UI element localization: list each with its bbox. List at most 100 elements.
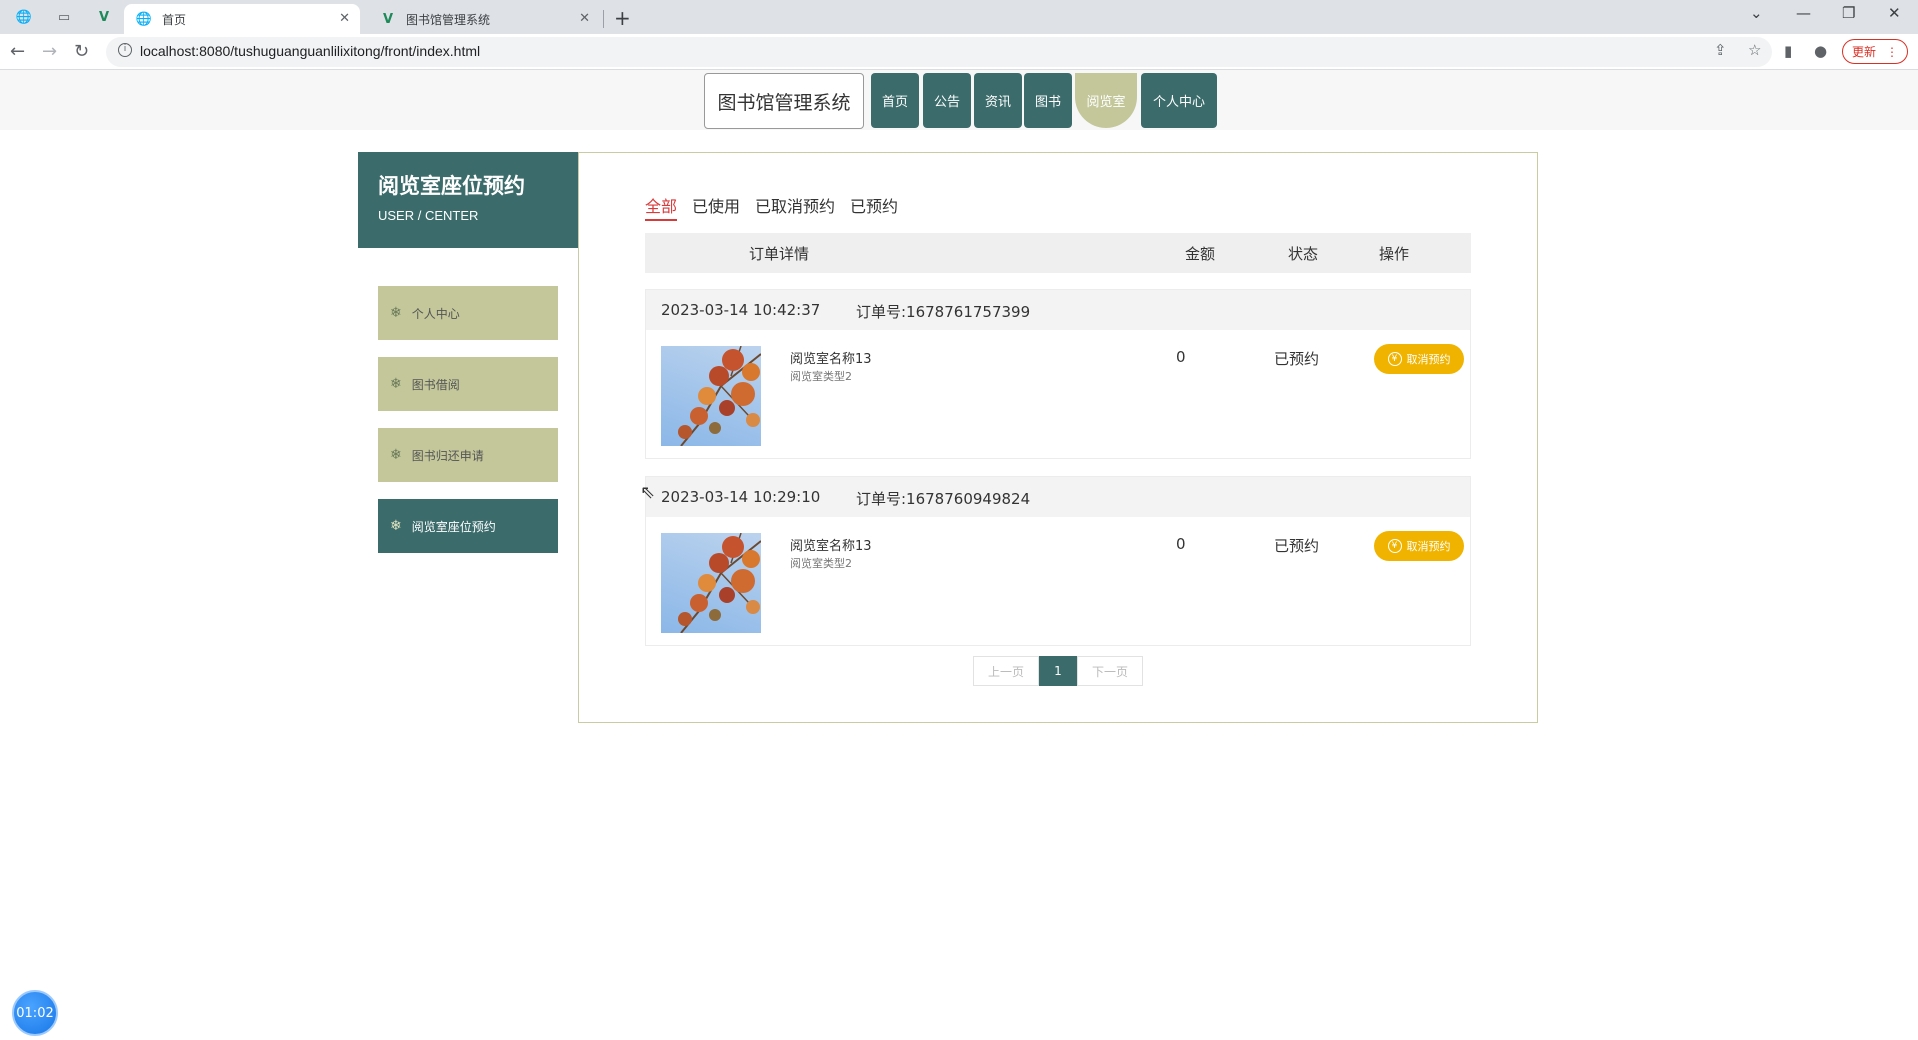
vue-logo-icon: V [382, 11, 394, 27]
reading-room-thumbnail[interactable] [661, 533, 761, 633]
minimize-icon: — [1796, 4, 1811, 22]
more-menu-icon: ⋮ [1886, 44, 1898, 59]
pagination: 上一页 1 下一页 [973, 656, 1143, 686]
sidebar-header: 阅览室座位预约 USER / CENTER [358, 152, 578, 248]
forward-button[interactable]: → [42, 41, 57, 62]
filter-all[interactable]: 全部 [645, 193, 678, 221]
sidebar-item-label: 图书借阅 [411, 377, 460, 392]
sidebar-item-book-borrow[interactable]: ❄ 图书借阅 [378, 357, 558, 411]
order-date: 2023-03-14 10:42:37 [661, 301, 821, 319]
browser-toolbar: ← → ↻ i localhost:8080/tushuguanguanlili… [0, 34, 1918, 70]
prev-page-button[interactable]: 上一页 [973, 656, 1039, 686]
order-panel: 全部 已使用 已取消预约 已预约 订单详情 金额 状态 操作 2023-03-1… [578, 152, 1538, 723]
order-number: 订单号:1678761757399 [856, 303, 1031, 321]
forward-arrow-icon: → [42, 41, 58, 62]
column-detail: 订单详情 [749, 245, 810, 263]
close-tab-icon[interactable]: ✕ [339, 11, 350, 26]
pinned-tab-globe[interactable]: 🌐 [10, 6, 38, 28]
tab-title: 图书馆管理系统 [406, 12, 491, 27]
restore-icon: ❐ [1842, 4, 1856, 22]
nav-books[interactable]: 图书 [1024, 73, 1072, 128]
restore-button[interactable]: ❐ [1842, 4, 1855, 22]
tab-home[interactable]: 🌐 首页 ✕ [124, 4, 360, 34]
nav-announcements[interactable]: 公告 [923, 73, 971, 128]
back-arrow-icon: ← [10, 41, 26, 62]
nav-reading-room[interactable]: 阅览室 [1075, 73, 1137, 128]
pinned-tab-vue[interactable]: V [90, 6, 118, 28]
page-number-current[interactable]: 1 [1039, 656, 1077, 686]
sidebar-title: 阅览室座位预约 [378, 174, 525, 198]
site-header: 图书馆管理系统 首页 公告 资讯 图书 阅览室 个人中心 [0, 70, 1918, 130]
globe-icon: 🌐 [15, 9, 33, 25]
order-card: 2023-03-14 10:29:10 订单号:1678760949824 阅览… [645, 476, 1471, 646]
tab-search-button[interactable]: ⌄ [1750, 4, 1763, 22]
column-amount: 金额 [1185, 245, 1216, 263]
nav-news[interactable]: 资讯 [974, 73, 1022, 128]
order-date: 2023-03-14 10:29:10 [661, 488, 821, 506]
mouse-cursor-icon: ⇖ [640, 482, 656, 503]
reload-icon: ↻ [74, 41, 90, 62]
close-tab-icon[interactable]: ✕ [579, 11, 590, 26]
sidebar-item-seat-reservation[interactable]: ❄ 阅览室座位预约 [378, 499, 558, 553]
reading-room-name[interactable]: 阅览室名称13 [790, 348, 872, 367]
order-amount: 0 [1176, 535, 1186, 553]
snowflake-icon: ❄ [390, 376, 402, 392]
pinned-tab-blank[interactable]: ▭ [50, 6, 78, 28]
autumn-leaves-image [678, 346, 761, 446]
tab-separator [603, 10, 604, 28]
browser-tab-strip: 🌐 ▭ V 🌐 首页 ✕ V 图书馆管理系统 ✕ + ⌄ — ❐ ✕ [0, 0, 1918, 34]
profile-icon[interactable]: ● [1814, 42, 1827, 60]
yen-icon: ¥ [1387, 352, 1402, 366]
autumn-leaves-image [678, 533, 761, 633]
cancel-reservation-button[interactable]: ¥ 取消预约 [1374, 344, 1464, 374]
update-label: 更新 [1851, 45, 1876, 59]
tab-title: 首页 [162, 12, 187, 27]
globe-icon: 🌐 [135, 11, 153, 27]
site-info-icon[interactable]: i [118, 43, 132, 57]
order-amount: 0 [1176, 348, 1186, 366]
yen-icon: ¥ [1387, 539, 1402, 553]
chevron-down-icon: ⌄ [1750, 4, 1763, 22]
sidebar-item-label: 阅览室座位预约 [411, 519, 496, 534]
order-card-header: 2023-03-14 10:42:37 订单号:1678761757399 [646, 290, 1470, 330]
order-table-header: 订单详情 金额 状态 操作 [645, 233, 1471, 273]
reading-room-name[interactable]: 阅览室名称13 [790, 535, 872, 554]
order-card: 2023-03-14 10:42:37 订单号:1678761757399 阅览… [645, 289, 1471, 459]
minimize-button[interactable]: — [1796, 4, 1811, 22]
back-button[interactable]: ← [10, 41, 25, 62]
sidebar-subtitle: USER / CENTER [378, 208, 479, 223]
filter-cancelled[interactable]: 已取消预约 [755, 193, 835, 217]
share-icon[interactable]: ⇪ [1714, 41, 1727, 59]
url-text: localhost:8080/tushuguanguanlilixitong/f… [140, 43, 481, 59]
recording-timer[interactable]: 01:02 [12, 990, 58, 1036]
order-status: 已预约 [1274, 537, 1320, 555]
address-bar[interactable]: i localhost:8080/tushuguanguanlilixitong… [106, 37, 1772, 67]
site-title[interactable]: 图书馆管理系统 [704, 73, 864, 129]
order-status: 已预约 [1274, 350, 1320, 368]
order-card-header: 2023-03-14 10:29:10 订单号:1678760949824 [646, 477, 1470, 517]
cancel-reservation-label: 取消预约 [1406, 540, 1451, 553]
next-page-button[interactable]: 下一页 [1077, 656, 1143, 686]
update-button[interactable]: 更新 ⋮ [1842, 39, 1908, 64]
reload-button[interactable]: ↻ [74, 41, 89, 62]
sidebar-icon[interactable]: ▮ [1784, 42, 1792, 60]
sidebar-item-personal-center[interactable]: ❄ 个人中心 [378, 286, 558, 340]
close-window-button[interactable]: ✕ [1888, 4, 1901, 22]
filter-used[interactable]: 已使用 [692, 193, 740, 217]
nav-home[interactable]: 首页 [871, 73, 919, 128]
plus-icon: + [614, 6, 631, 30]
column-status: 状态 [1288, 245, 1319, 263]
snowflake-icon: ❄ [390, 518, 402, 534]
nav-personal-center[interactable]: 个人中心 [1141, 73, 1217, 128]
snowflake-icon: ❄ [390, 305, 402, 321]
reading-room-thumbnail[interactable] [661, 346, 761, 446]
blank-page-icon: ▭ [57, 9, 71, 25]
filter-reserved[interactable]: 已预约 [850, 193, 898, 217]
cancel-reservation-button[interactable]: ¥ 取消预约 [1374, 531, 1464, 561]
bookmark-star-icon[interactable]: ☆ [1748, 41, 1761, 59]
new-tab-button[interactable]: + [614, 6, 631, 30]
sidebar-item-book-return[interactable]: ❄ 图书归还申请 [378, 428, 558, 482]
tab-library-system[interactable]: V 图书馆管理系统 ✕ [368, 4, 600, 34]
column-action: 操作 [1379, 245, 1410, 263]
close-icon: ✕ [1888, 4, 1901, 22]
